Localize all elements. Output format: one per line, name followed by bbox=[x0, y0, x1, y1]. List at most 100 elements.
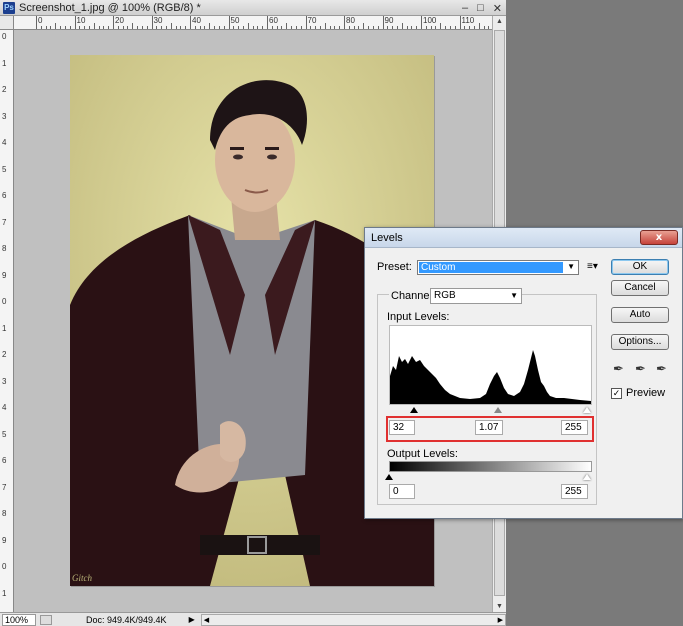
preview-label: Preview bbox=[626, 387, 666, 399]
ruler-h-minor-tick bbox=[238, 26, 240, 29]
input-white-field[interactable]: 255 bbox=[561, 420, 588, 435]
ok-button[interactable]: OK bbox=[611, 259, 669, 275]
ruler-h-minor-tick bbox=[464, 26, 466, 29]
output-white-field[interactable]: 255 bbox=[561, 484, 588, 499]
vertical-ruler[interactable]: 0 1 2 3 4 5 6 7 8 9 0 1 2 3 4 5 6 7 8 9 0 1 bbox=[0, 30, 14, 612]
ruler-v-label: 2 bbox=[2, 350, 7, 359]
levels-close-button[interactable]: x bbox=[640, 230, 678, 245]
channel-dropdown[interactable]: RGB ▼ bbox=[430, 288, 522, 304]
horizontal-scrollbar[interactable]: ◀ ▶ bbox=[200, 613, 506, 626]
ruler-h-minor-tick bbox=[84, 26, 86, 29]
ruler-h-label: 100 bbox=[423, 16, 437, 25]
ruler-h-minor-tick bbox=[440, 23, 442, 29]
output-gradient bbox=[389, 461, 592, 472]
input-black-slider[interactable] bbox=[410, 407, 418, 413]
preset-value: Custom bbox=[419, 262, 563, 273]
ruler-h-label: 0 bbox=[38, 16, 43, 25]
ruler-v-label: 2 bbox=[2, 85, 7, 94]
ruler-h-minor-tick bbox=[122, 26, 124, 29]
horizontal-ruler[interactable]: 0 10 20 30 40 50 60 70 80 90 100 110 bbox=[14, 16, 492, 30]
input-gamma-field[interactable]: 1.07 bbox=[475, 420, 503, 435]
ruler-v-label: 0 bbox=[2, 562, 7, 571]
levels-titlebar[interactable]: Levels bbox=[365, 228, 682, 248]
output-black-field[interactable]: 0 bbox=[389, 484, 415, 499]
status-bar: 100% Doc: 949.4K/949.4K ▶ ◀ ▶ bbox=[0, 612, 506, 626]
ruler-h-minor-tick bbox=[324, 23, 326, 29]
ruler-h-minor-tick bbox=[40, 26, 42, 29]
input-gamma-slider[interactable] bbox=[494, 407, 502, 413]
ruler-h-minor-tick bbox=[88, 26, 90, 29]
histogram bbox=[389, 325, 592, 405]
ruler-origin[interactable] bbox=[0, 16, 14, 30]
ruler-h-tick bbox=[305, 16, 307, 29]
close-icon[interactable]: ✕ bbox=[493, 2, 502, 15]
ruler-v-label: 0 bbox=[2, 297, 7, 306]
ruler-h-minor-tick bbox=[141, 26, 143, 29]
ruler-h-minor-tick bbox=[175, 26, 177, 29]
status-menu-arrow-icon[interactable]: ▶ bbox=[189, 615, 195, 624]
document-titlebar[interactable]: Ps Screenshot_1.jpg @ 100% (RGB/8) * – □… bbox=[0, 0, 506, 16]
ruler-v-label: 3 bbox=[2, 111, 7, 121]
maximize-icon[interactable]: □ bbox=[477, 2, 484, 15]
scroll-up-icon[interactable]: ▲ bbox=[496, 18, 503, 25]
input-sliders[interactable] bbox=[389, 405, 592, 415]
input-white-slider[interactable] bbox=[583, 407, 591, 413]
ruler-h-minor-tick bbox=[194, 26, 196, 29]
ruler-h-minor-tick bbox=[127, 26, 129, 29]
ruler-v-label: 4 bbox=[2, 403, 7, 412]
ruler-h-minor-tick bbox=[411, 26, 413, 29]
ruler-h-minor-tick bbox=[319, 26, 321, 29]
cancel-button[interactable]: Cancel bbox=[611, 280, 669, 296]
ruler-h-label: 80 bbox=[346, 16, 355, 25]
ruler-h-minor-tick bbox=[449, 26, 451, 29]
ruler-h-tick bbox=[344, 16, 345, 29]
ruler-h-minor-tick bbox=[478, 23, 480, 29]
ruler-v-label: 8 bbox=[2, 509, 7, 518]
ruler-h-minor-tick bbox=[469, 26, 471, 29]
preview-checkbox[interactable]: ✓ bbox=[611, 388, 622, 399]
scroll-down-icon[interactable]: ▼ bbox=[496, 603, 503, 610]
output-sliders[interactable] bbox=[385, 472, 592, 482]
scroll-left-icon[interactable]: ◀ bbox=[204, 616, 209, 624]
ruler-h-minor-tick bbox=[137, 26, 139, 29]
preset-dropdown[interactable]: Custom ▼ bbox=[417, 260, 579, 275]
ruler-h-minor-tick bbox=[79, 26, 81, 29]
output-white-slider[interactable] bbox=[583, 474, 591, 480]
ruler-h-minor-tick bbox=[233, 26, 235, 29]
ruler-v-label: 0 bbox=[2, 32, 7, 41]
status-icon[interactable] bbox=[40, 614, 52, 625]
white-eyedropper-icon[interactable]: ✒ bbox=[656, 361, 667, 377]
output-black-slider[interactable] bbox=[385, 474, 393, 480]
gray-eyedropper-icon[interactable]: ✒ bbox=[635, 361, 646, 377]
zoom-field[interactable]: 100% bbox=[2, 613, 36, 626]
ruler-h-minor-tick bbox=[60, 26, 62, 29]
ruler-v-label: 4 bbox=[2, 138, 7, 147]
ruler-h-minor-tick bbox=[165, 26, 167, 29]
auto-button[interactable]: Auto bbox=[611, 307, 669, 323]
ruler-h-label: 40 bbox=[192, 16, 201, 25]
ruler-h-minor-tick bbox=[276, 26, 278, 29]
preset-label: Preset: bbox=[377, 261, 412, 273]
scroll-right-icon[interactable]: ▶ bbox=[498, 616, 503, 624]
ruler-h-minor-tick bbox=[435, 26, 437, 29]
ruler-h-minor-tick bbox=[372, 26, 374, 29]
ruler-h-minor-tick bbox=[488, 26, 490, 29]
ruler-v-label: 1 bbox=[2, 58, 7, 68]
preset-options-icon[interactable]: ≡▾ bbox=[587, 261, 598, 272]
input-black-field[interactable]: 32 bbox=[389, 420, 415, 435]
options-button[interactable]: Options... bbox=[611, 334, 669, 350]
ruler-h-label: 30 bbox=[153, 16, 163, 25]
ruler-h-label: 60 bbox=[269, 16, 278, 25]
ruler-h-tick bbox=[190, 16, 191, 29]
minimize-icon[interactable]: – bbox=[462, 2, 468, 15]
black-eyedropper-icon[interactable]: ✒ bbox=[613, 361, 624, 377]
ruler-v-label: 9 bbox=[2, 535, 7, 545]
ruler-h-label: 10 bbox=[76, 16, 86, 25]
ruler-h-minor-tick bbox=[281, 26, 283, 29]
ruler-h-minor-tick bbox=[483, 26, 485, 29]
ruler-h-minor-tick bbox=[445, 26, 447, 29]
ruler-h-minor-tick bbox=[156, 26, 158, 29]
ruler-h-minor-tick bbox=[247, 23, 249, 29]
ruler-h-minor-tick bbox=[214, 26, 216, 29]
ruler-v-label: 1 bbox=[2, 323, 7, 333]
